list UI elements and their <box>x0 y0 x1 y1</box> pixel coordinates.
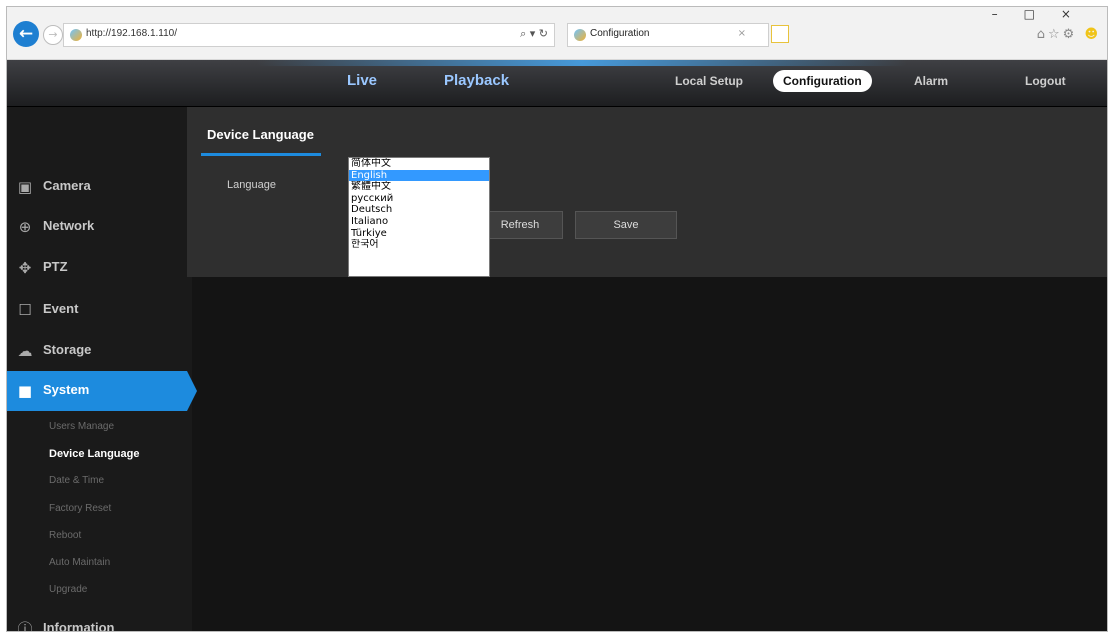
nav-logout[interactable]: Logout <box>1025 74 1066 88</box>
sidebar-item-information[interactable]: ⓘ Information <box>7 609 192 632</box>
submenu-upgrade[interactable]: Upgrade <box>49 584 87 595</box>
language-option[interactable]: Deutsch <box>349 204 489 216</box>
nav-live[interactable]: Live <box>347 72 377 89</box>
sidebar-item-label: Information <box>43 620 115 632</box>
ptz-icon: ✥ <box>18 259 32 277</box>
toolbar-icons[interactable]: ⌂☆⚙ ☻ <box>1037 27 1101 42</box>
sidebar-item-label: Camera <box>43 178 91 193</box>
address-search-refresh-icons[interactable]: ⌕ ▾ ↻ <box>520 27 548 41</box>
submenu-factory-reset[interactable]: Factory Reset <box>49 503 111 514</box>
nav-playback[interactable]: Playback <box>444 72 509 89</box>
sidebar-item-label: Event <box>43 301 79 316</box>
save-button[interactable]: Save <box>575 211 677 239</box>
feedback-smiley-icon[interactable]: ☻ <box>1084 27 1101 42</box>
window-controls[interactable]: –□× <box>992 7 1097 21</box>
storage-icon: ☁ <box>17 342 33 360</box>
event-icon: ☐ <box>18 301 32 319</box>
language-dropdown-list[interactable]: 简体中文 English 繁體中文 русский Deutsch Italia… <box>348 157 490 277</box>
nav-glow <box>257 60 907 66</box>
nav-local-setup[interactable]: Local Setup <box>675 74 743 88</box>
sidebar-item-network[interactable]: ⊕ Network <box>7 207 192 247</box>
forward-arrow-icon: → <box>48 28 58 41</box>
back-button[interactable]: ← <box>13 21 39 47</box>
language-option-selected[interactable]: English <box>349 169 489 182</box>
new-tab-button[interactable] <box>771 25 789 43</box>
browser-chrome: ← → http://192.168.1.110/ ⌕ ▾ ↻ Configur… <box>7 7 1107 60</box>
submenu-users-manage[interactable]: Users Manage <box>49 421 114 432</box>
page-title: Device Language <box>207 127 314 142</box>
submenu-reboot[interactable]: Reboot <box>49 530 81 541</box>
forward-button[interactable]: → <box>43 25 63 45</box>
submenu-auto-maintain[interactable]: Auto Maintain <box>49 557 110 568</box>
network-icon: ⊕ <box>18 218 32 236</box>
sidebar-item-camera[interactable]: ▣ Camera <box>7 167 192 207</box>
sidebar-item-label: Storage <box>43 342 92 357</box>
device-language-panel: Device Language Language Refresh Save <box>187 107 1107 277</box>
sidebar-item-system[interactable]: ■ System <box>7 371 197 411</box>
language-option[interactable]: русский <box>349 193 489 205</box>
sidebar-item-label: Network <box>43 218 95 233</box>
language-option[interactable]: 简体中文 <box>349 158 489 170</box>
ie-page-icon <box>70 29 82 41</box>
submenu-device-language[interactable]: Device Language <box>49 448 139 460</box>
sidebar-item-label: System <box>43 382 90 397</box>
browser-tab[interactable]: Configuration × <box>567 23 769 47</box>
nav-alarm[interactable]: Alarm <box>914 74 948 88</box>
tab-close-icon[interactable]: × <box>738 28 746 39</box>
language-option[interactable]: 繁體中文 <box>349 181 489 193</box>
system-icon: ■ <box>17 382 33 400</box>
nav-configuration[interactable]: Configuration <box>773 70 872 92</box>
title-underline <box>201 153 321 156</box>
sidebar-item-storage[interactable]: ☁ Storage <box>7 331 192 371</box>
tab-title: Configuration <box>590 28 650 39</box>
info-icon: ⓘ <box>17 620 33 632</box>
camera-icon: ▣ <box>17 178 33 196</box>
address-url: http://192.168.1.110/ <box>86 28 178 39</box>
sidebar-item-label: PTZ <box>43 259 68 274</box>
back-arrow-icon: ← <box>18 24 34 44</box>
language-label: Language <box>227 179 276 191</box>
sidebar-item-event[interactable]: ☐ Event <box>7 290 192 330</box>
address-bar[interactable]: http://192.168.1.110/ ⌕ ▾ ↻ <box>63 23 555 47</box>
tab-page-icon <box>574 29 586 41</box>
language-option[interactable]: 한국어 <box>349 239 489 251</box>
sidebar: ▣ Camera ⊕ Network ✥ PTZ ☐ Event ☁ Stora… <box>7 107 197 632</box>
top-navigation: Live Playback Local Setup Configuration … <box>7 60 1107 107</box>
sidebar-item-ptz[interactable]: ✥ PTZ <box>7 248 192 288</box>
home-star-gear-icons[interactable]: ⌂☆⚙ <box>1037 27 1078 42</box>
submenu-date-time[interactable]: Date & Time <box>49 475 104 486</box>
app-frame: ← → http://192.168.1.110/ ⌕ ▾ ↻ Configur… <box>6 6 1108 632</box>
language-option[interactable]: Türkiye <box>349 228 489 240</box>
language-option[interactable]: Italiano <box>349 216 489 228</box>
